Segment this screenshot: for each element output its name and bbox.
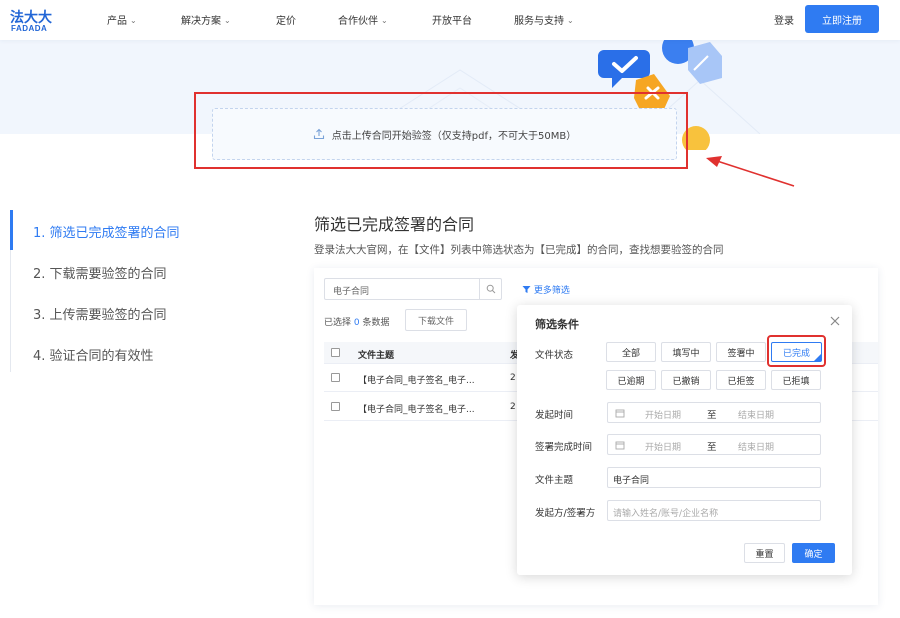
step-1[interactable]: 1. 筛选已完成签署的合同 (33, 222, 180, 241)
row-checkbox[interactable] (331, 402, 340, 411)
active-step-indicator (10, 210, 13, 250)
fadada-logo[interactable]: 法大大 FADADA (10, 7, 60, 33)
nav-item-label: 开放平台 (432, 16, 472, 27)
finish-time-label: 签署完成时间 (535, 442, 593, 453)
search-button[interactable] (479, 279, 501, 299)
chevron-down-icon: ⌄ (130, 16, 137, 25)
top-nav: 法大大 FADADA 产品 ⌄ 解决方案 ⌄ 定价 合作伙伴 ⌄ 开放平台 服务与支持… (0, 0, 900, 40)
filter-popup: 筛选条件 文件状态 全部 填写中 签署中 已完成 已逾期 已撤销 已拒签 已拒填… (517, 305, 852, 575)
chevron-down-icon: ⌄ (381, 16, 388, 25)
date-separator: 至 (707, 442, 717, 453)
more-filter-label: 更多筛选 (533, 286, 570, 296)
selection-count: 已选择 0 条数据 (324, 315, 390, 328)
nav-item-label: 产品 (107, 16, 127, 27)
step-4[interactable]: 4. 验证合同的有效性 (33, 345, 154, 364)
select-all-checkbox[interactable] (331, 348, 340, 357)
selection-suffix: 条数据 (362, 318, 390, 328)
start-date-placeholder: 开始日期 (645, 411, 682, 421)
end-date-placeholder: 结束日期 (738, 443, 775, 453)
status-chip-filling[interactable]: 填写中 (661, 342, 711, 362)
nav-item-solutions[interactable]: 解决方案 ⌄ (181, 12, 231, 27)
nav-item-pricing[interactable]: 定价 (276, 12, 296, 27)
date-separator: 至 (707, 410, 717, 421)
step-2[interactable]: 2. 下载需要验签的合同 (33, 263, 167, 282)
upload-contract-dropzone[interactable]: 点击上传合同开始验签（仅支持pdf，不可大于50MB） (212, 108, 677, 160)
subject-input[interactable]: 电子合同 (607, 467, 821, 488)
start-time-label: 发起时间 (535, 410, 574, 421)
search-input-value: 电子合同 (333, 287, 370, 297)
nav-item-service-support[interactable]: 服务与支持 ⌄ (514, 12, 574, 27)
column-header-subject: 文件主题 (358, 351, 395, 361)
nav-item-label: 服务与支持 (514, 16, 564, 27)
party-input-placeholder: 请输入姓名/账号/企业名称 (613, 509, 719, 519)
status-label: 文件状态 (535, 350, 574, 361)
party-label: 发起方/签署方 (535, 508, 596, 519)
row-subject: 【电子合同_电子签名_电子... (358, 376, 475, 386)
status-chip-rejected-sign[interactable]: 已拒签 (716, 370, 766, 390)
calendar-icon (615, 409, 625, 418)
start-time-range[interactable]: 开始日期 至 结束日期 (607, 402, 821, 423)
confirm-button[interactable]: 确定 (792, 543, 835, 563)
nav-item-label: 合作伙伴 (338, 16, 378, 27)
upload-icon (313, 128, 324, 140)
selection-number: 0 (353, 318, 360, 328)
nav-item-label: 定价 (276, 16, 296, 27)
step-title: 筛选已完成签署的合同 (314, 215, 475, 234)
subject-label: 文件主题 (535, 475, 574, 486)
reset-button[interactable]: 重置 (744, 543, 785, 563)
register-button[interactable]: 立即注册 (805, 5, 879, 33)
close-icon[interactable] (829, 315, 841, 327)
row-col2: 2 (510, 402, 516, 412)
nav-item-open-platform[interactable]: 开放平台 (432, 12, 472, 27)
step-description: 登录法大大官网，在【文件】列表中筛选状态为【已完成】的合同，查找想要验签的合同 (314, 244, 724, 256)
steps-nav: 1. 筛选已完成签署的合同 2. 下载需要验签的合同 3. 上传需要验签的合同 … (10, 210, 230, 372)
nav-item-label: 解决方案 (181, 16, 221, 27)
search-icon (486, 284, 495, 294)
chevron-down-icon: ⌄ (224, 16, 231, 25)
calendar-icon (615, 441, 625, 450)
status-chip-rejected-fill[interactable]: 已拒填 (771, 370, 821, 390)
selection-prefix: 已选择 (324, 318, 352, 328)
more-filter-link[interactable]: 更多筛选 (522, 283, 570, 296)
filter-icon (522, 286, 531, 293)
end-date-placeholder: 结束日期 (738, 411, 775, 421)
login-link[interactable]: 登录 (774, 12, 794, 27)
status-chip-revoked[interactable]: 已撤销 (661, 370, 711, 390)
nav-item-product[interactable]: 产品 ⌄ (107, 12, 137, 27)
nav-item-partners[interactable]: 合作伙伴 ⌄ (338, 12, 388, 27)
subject-input-value: 电子合同 (613, 476, 650, 486)
logo-text-en: FADADA (11, 24, 48, 33)
row-checkbox[interactable] (331, 373, 340, 382)
row-col2: 2 (510, 373, 516, 383)
row-subject: 【电子合同_电子签名_电子... (358, 405, 475, 415)
start-date-placeholder: 开始日期 (645, 443, 682, 453)
step-3[interactable]: 3. 上传需要验签的合同 (33, 304, 167, 323)
chevron-down-icon: ⌄ (567, 16, 574, 25)
status-chip-signing[interactable]: 签署中 (716, 342, 766, 362)
upload-instruction: 点击上传合同开始验签（仅支持pdf，不可大于50MB） (331, 130, 577, 142)
party-input[interactable]: 请输入姓名/账号/企业名称 (607, 500, 821, 521)
status-chip-all[interactable]: 全部 (606, 342, 656, 362)
download-files-button[interactable]: 下载文件 (405, 309, 467, 331)
search-input[interactable]: 电子合同 (324, 278, 502, 300)
highlight-frame-completed (767, 335, 826, 367)
status-chip-overdue[interactable]: 已逾期 (606, 370, 656, 390)
pointer-arrow-icon (706, 156, 795, 187)
finish-time-range[interactable]: 开始日期 至 结束日期 (607, 434, 821, 455)
filter-popup-title: 筛选条件 (535, 318, 579, 331)
